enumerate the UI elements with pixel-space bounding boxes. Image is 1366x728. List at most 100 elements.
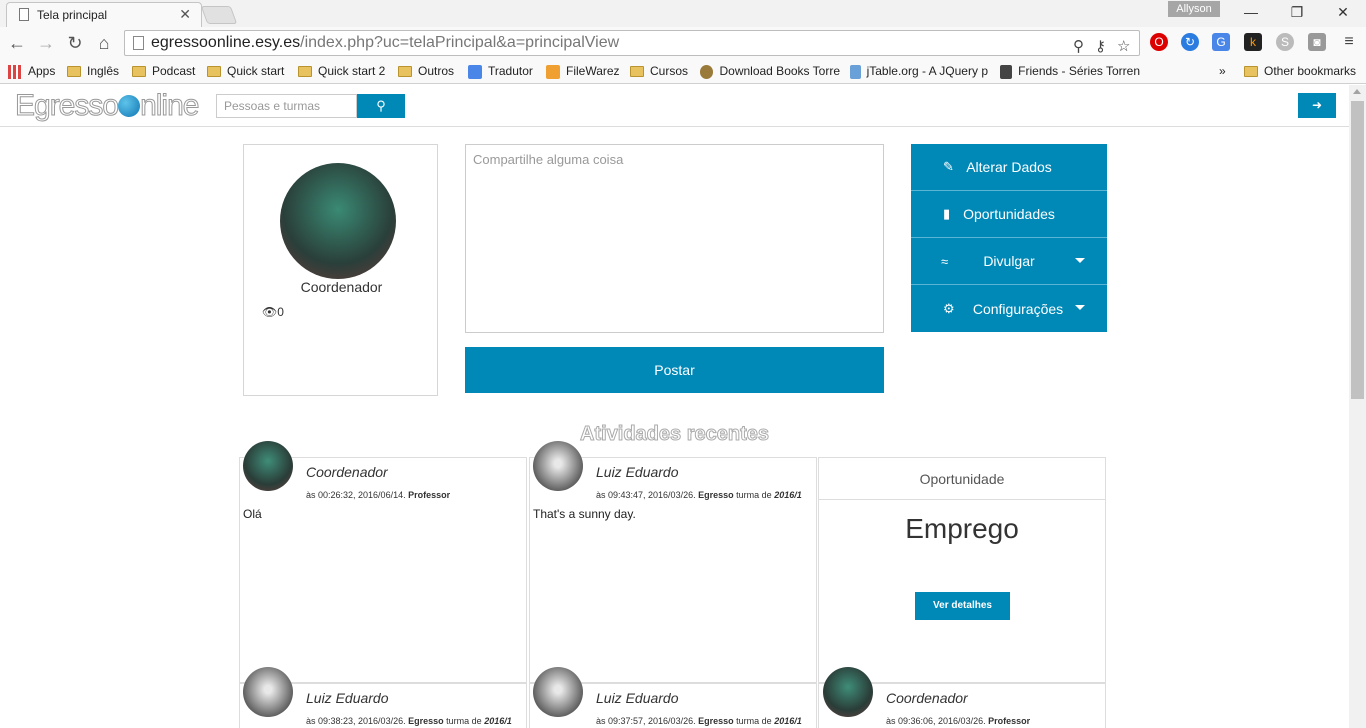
page-content: Egresso nline Pessoas e turmas ⚲ ➜ Coorde… bbox=[0, 85, 1349, 728]
minimize-icon[interactable]: — bbox=[1228, 2, 1274, 22]
menu-item-alterar-dados[interactable]: ✎ Alterar Dados bbox=[911, 144, 1107, 191]
translate-icon bbox=[468, 64, 482, 79]
activity-author[interactable]: Luiz Eduardo bbox=[306, 690, 389, 706]
bookmark-apps[interactable]: Apps bbox=[8, 63, 55, 80]
home-icon[interactable]: ⌂ bbox=[93, 32, 115, 54]
activity-text: Olá bbox=[243, 507, 262, 521]
activity-meta: às 09:37:57, 2016/03/26. Egresso turma d… bbox=[596, 716, 802, 726]
url-host: egressoonline.esy.es bbox=[151, 34, 301, 51]
restore-icon[interactable]: ❐ bbox=[1274, 2, 1320, 22]
activity-meta: às 09:43:47, 2016/03/26. Egresso turma d… bbox=[596, 490, 802, 500]
avatar[interactable] bbox=[243, 441, 293, 491]
bookmarks-overflow[interactable]: » bbox=[1219, 63, 1226, 80]
k-extension-icon[interactable]: k bbox=[1244, 33, 1262, 51]
friends-icon bbox=[1000, 64, 1013, 79]
folder-icon bbox=[1244, 66, 1258, 77]
bookmark-podcast[interactable]: Podcast bbox=[132, 63, 195, 80]
vertical-scrollbar[interactable] bbox=[1349, 85, 1366, 728]
bookmark-filewarez[interactable]: FileWarez bbox=[546, 63, 620, 80]
logout-button[interactable]: ➜ bbox=[1298, 93, 1336, 118]
avatar[interactable] bbox=[823, 667, 873, 717]
camera-extension-icon[interactable]: ◙ bbox=[1308, 33, 1326, 51]
url-path: /index.php?uc=telaPrincipal&a=principalV… bbox=[300, 34, 620, 51]
caret-down-icon bbox=[1075, 258, 1085, 263]
activity-author[interactable]: Luiz Eduardo bbox=[596, 690, 679, 706]
recent-activities-title: Atividades recentes bbox=[580, 423, 770, 446]
reload-icon[interactable]: ↻ bbox=[64, 32, 86, 54]
bookmarks-bar: Apps Inglês Podcast Quick start Quick st… bbox=[0, 59, 1366, 84]
close-window-icon[interactable]: ✕ bbox=[1320, 2, 1366, 22]
site-logo[interactable]: Egresso nline bbox=[14, 89, 199, 123]
browser-tab[interactable]: Tela principal ✕ bbox=[6, 2, 202, 27]
star-icon[interactable]: ☆ bbox=[1117, 35, 1130, 59]
bookmark-jtable[interactable]: jTable.org - A JQuery p bbox=[850, 63, 988, 80]
forward-icon[interactable]: → bbox=[35, 32, 57, 54]
activity-meta: às 00:26:32, 2016/06/14. Professor bbox=[306, 490, 451, 500]
views-count: 👁0 bbox=[262, 305, 284, 319]
translate-extension-icon[interactable]: G bbox=[1212, 33, 1230, 51]
menu-icon[interactable]: ≡ bbox=[1340, 33, 1358, 51]
bookmark-quick-start[interactable]: Quick start bbox=[207, 63, 284, 80]
opportunity-card: Oportunidade Emprego Ver detalhes bbox=[818, 457, 1106, 683]
folder-icon bbox=[630, 66, 644, 77]
site-header: Egresso nline Pessoas e turmas ⚲ ➜ bbox=[0, 85, 1349, 127]
menu-item-divulgar[interactable]: ≈ Divulgar bbox=[911, 238, 1107, 285]
folder-icon bbox=[298, 66, 312, 77]
post-textarea[interactable]: Compartilhe alguma coisa bbox=[465, 144, 884, 333]
bookmark-outros[interactable]: Outros bbox=[398, 63, 454, 80]
logout-icon: ➜ bbox=[1311, 98, 1323, 112]
avatar[interactable] bbox=[533, 441, 583, 491]
search-input[interactable]: Pessoas e turmas bbox=[216, 94, 357, 118]
zoom-icon[interactable]: ⚲ bbox=[1073, 35, 1084, 59]
eye-icon: 👁 bbox=[262, 305, 278, 319]
bookmark-download-books[interactable]: Download Books Torre bbox=[700, 63, 840, 80]
activity-author[interactable]: Luiz Eduardo bbox=[596, 464, 679, 480]
back-icon[interactable]: ← bbox=[6, 32, 28, 54]
activity-meta: às 09:38:23, 2016/03/26. Egresso turma d… bbox=[306, 716, 512, 726]
bookmark-tradutor[interactable]: Tradutor bbox=[468, 63, 533, 80]
folder-icon bbox=[132, 66, 146, 77]
globe-icon bbox=[118, 95, 141, 117]
apps-icon bbox=[8, 64, 22, 79]
gear-icon: ⚙ bbox=[943, 300, 955, 316]
wifi-icon: ≈ bbox=[941, 253, 949, 269]
folder-icon bbox=[67, 66, 81, 77]
avatar[interactable] bbox=[243, 667, 293, 717]
details-button[interactable]: Ver detalhes bbox=[915, 592, 1010, 620]
bookmark-cursos[interactable]: Cursos bbox=[630, 63, 688, 80]
post-button[interactable]: Postar bbox=[465, 347, 884, 393]
bookmark-other[interactable]: Other bookmarks bbox=[1244, 63, 1356, 80]
bookmark-friends[interactable]: Friends - Séries Torren bbox=[1000, 63, 1140, 80]
scrollbar-thumb[interactable] bbox=[1351, 101, 1364, 399]
jtable-icon bbox=[850, 64, 861, 79]
skype-extension-icon[interactable]: S bbox=[1276, 33, 1294, 51]
search-button[interactable]: ⚲ bbox=[357, 94, 405, 118]
folder-icon bbox=[207, 66, 221, 77]
profile-card: Coordenador 👁0 bbox=[243, 144, 438, 396]
activity-author[interactable]: Coordenador bbox=[886, 690, 968, 706]
sync-extension-icon[interactable]: ↻ bbox=[1181, 33, 1199, 51]
avatar[interactable] bbox=[533, 667, 583, 717]
close-tab-icon[interactable]: ✕ bbox=[179, 6, 191, 23]
activity-author[interactable]: Coordenador bbox=[306, 464, 388, 480]
book-icon: ▮ bbox=[943, 206, 951, 221]
opera-extension-icon[interactable]: O bbox=[1150, 33, 1168, 51]
new-tab-button[interactable] bbox=[200, 6, 238, 24]
scroll-up-icon[interactable] bbox=[1353, 89, 1361, 94]
browser-tab-strip: Tela principal ✕ Allyson — ❐ ✕ bbox=[0, 0, 1366, 27]
avatar[interactable] bbox=[280, 163, 396, 279]
bookmark-quick-start-2[interactable]: Quick start 2 bbox=[298, 63, 385, 80]
side-menu: ✎ Alterar Dados ▮ Oportunidades ≈ Divulg… bbox=[911, 144, 1107, 332]
filewarez-icon bbox=[546, 64, 560, 79]
shield-icon bbox=[700, 64, 714, 79]
activity-text: That's a sunny day. bbox=[533, 507, 636, 521]
profile-badge[interactable]: Allyson bbox=[1168, 1, 1220, 17]
opportunity-title: Emprego bbox=[905, 513, 1019, 544]
address-bar[interactable]: egressoonline.esy.es/index.php?uc=telaPr… bbox=[124, 30, 1140, 56]
key-icon[interactable]: ⚷ bbox=[1095, 35, 1106, 59]
activity-meta: às 09:36:06, 2016/03/26. Professor bbox=[886, 716, 1031, 726]
folder-icon bbox=[398, 66, 412, 77]
menu-item-configuracoes[interactable]: ⚙ Configurações bbox=[911, 285, 1107, 332]
menu-item-oportunidades[interactable]: ▮ Oportunidades bbox=[911, 191, 1107, 238]
bookmark-ingles[interactable]: Inglês bbox=[67, 63, 119, 80]
